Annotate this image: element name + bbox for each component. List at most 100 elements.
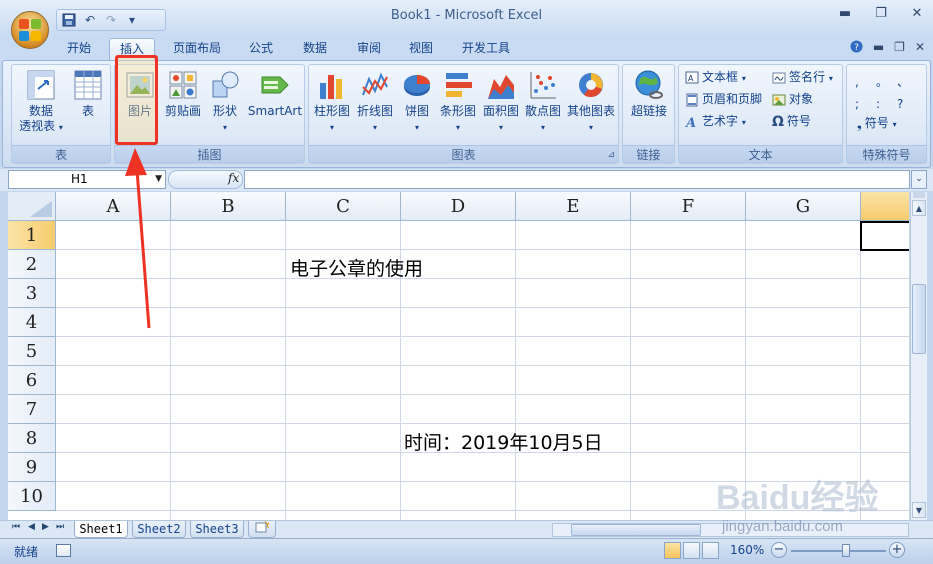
scatter-chart-button[interactable]: 散点图 ▾	[523, 69, 563, 135]
minimize-icon[interactable]: ▬	[837, 6, 853, 22]
gridline-horizontal	[56, 336, 909, 337]
row-header-9[interactable]: 9	[8, 453, 56, 482]
split-handle[interactable]	[913, 192, 925, 198]
zoom-slider-track[interactable]	[791, 550, 886, 552]
zoom-in-icon[interactable]: +	[889, 542, 905, 558]
select-all-button[interactable]	[8, 192, 56, 221]
tab-home[interactable]: 开始	[58, 38, 100, 60]
doc-close-icon[interactable]: ✕	[915, 40, 925, 56]
header-footer-icon	[686, 93, 698, 106]
shapes-icon	[212, 71, 239, 98]
column-header-a[interactable]: A	[56, 192, 171, 221]
row-header-1[interactable]: 1	[8, 221, 56, 250]
tab-data[interactable]: 数据	[294, 38, 336, 60]
area-chart-button[interactable]: 面积图 ▾	[481, 69, 521, 135]
cell-d8[interactable]: 时间：2019年10月5日	[404, 428, 603, 455]
dialog-launcher-icon[interactable]: ⊿	[607, 146, 615, 164]
column-header-e[interactable]: E	[516, 192, 631, 221]
clipart-button[interactable]: 剪贴画	[163, 69, 203, 119]
header-footer-button[interactable]: 页眉和页脚	[685, 89, 762, 109]
normal-view-icon[interactable]	[664, 542, 681, 559]
group-special-symbols: ,。、 ;:? ❟ 符号 ▾ 特殊符号	[846, 64, 927, 164]
zoom-level[interactable]: 160%	[730, 543, 764, 557]
maximize-icon[interactable]: ❐	[873, 6, 889, 22]
special-symbol-button[interactable]: ❟ 符号 ▾	[857, 113, 897, 133]
column-header-f[interactable]: F	[631, 192, 746, 221]
help-icon[interactable]: ?	[850, 40, 863, 56]
hyperlink-label: 超链接	[630, 104, 667, 118]
column-header-d[interactable]: D	[401, 192, 516, 221]
bar-chart-button[interactable]: 条形图 ▾	[437, 69, 479, 135]
last-sheet-icon[interactable]: ⏭	[56, 522, 64, 532]
object-button[interactable]: 对象	[772, 89, 813, 109]
signature-line-button[interactable]: 签名行 ▾	[772, 67, 833, 87]
row-header-8[interactable]: 8	[8, 424, 56, 453]
name-box-dropdown-icon[interactable]: ▼	[155, 171, 162, 188]
symbol-button[interactable]: Ω 符号	[772, 111, 811, 131]
row-header-4[interactable]: 4	[8, 308, 56, 337]
doc-restore-icon[interactable]: ❐	[894, 40, 905, 56]
row-header-10[interactable]: 10	[8, 482, 56, 511]
shapes-button[interactable]: 形状 ▾	[207, 69, 243, 135]
scroll-up-icon[interactable]: ▲	[912, 200, 926, 216]
tab-formulas[interactable]: 公式	[240, 38, 282, 60]
column-header-h[interactable]	[861, 192, 909, 221]
tab-developer[interactable]: 开发工具	[454, 38, 518, 60]
tab-review[interactable]: 审阅	[348, 38, 390, 60]
office-button[interactable]	[11, 11, 49, 49]
fx-icon[interactable]: fx	[228, 171, 239, 185]
row-header-3[interactable]: 3	[8, 279, 56, 308]
expand-formula-bar-icon[interactable]: ⌄	[911, 170, 927, 189]
worksheet-grid[interactable]: ABCDEFG 1 2 3 4 5 6 7 8 9 10 电子公章的使用 时间：2019年10月5…	[8, 192, 909, 520]
row-header-5[interactable]: 5	[8, 337, 56, 366]
zoom-slider-thumb[interactable]	[842, 544, 850, 557]
table-button[interactable]: 表	[70, 69, 106, 119]
insert-sheet-button[interactable]	[248, 520, 276, 538]
cell-c2[interactable]: 电子公章的使用	[290, 254, 423, 281]
hyperlink-button[interactable]: 超链接	[625, 69, 673, 119]
textbox-label: 文本框	[702, 70, 739, 84]
punctuation-grid[interactable]: ,。、 ;:?	[855, 71, 921, 115]
other-charts-button[interactable]: 其他图表 ▾	[565, 69, 617, 135]
column-header-b[interactable]: B	[171, 192, 286, 221]
name-box[interactable]: H1 ▼	[8, 170, 166, 189]
page-layout-view-icon[interactable]	[683, 542, 700, 559]
column-header-c[interactable]: C	[286, 192, 401, 221]
sheet-tab-1[interactable]: Sheet1	[74, 521, 128, 538]
macro-record-icon[interactable]	[56, 544, 71, 557]
first-sheet-icon[interactable]: ⏮	[12, 522, 20, 532]
next-sheet-icon[interactable]: ▶	[42, 522, 49, 532]
page-break-view-icon[interactable]	[702, 542, 719, 559]
horizontal-scrollbar[interactable]	[552, 523, 909, 537]
row-header-6[interactable]: 6	[8, 366, 56, 395]
pie-chart-button[interactable]: 饼图 ▾	[399, 69, 435, 135]
active-cell-h1[interactable]	[860, 221, 909, 251]
textbox-button[interactable]: A 文本框 ▾	[685, 67, 746, 87]
column-chart-button[interactable]: 柱形图 ▾	[312, 69, 352, 135]
vertical-scroll-thumb[interactable]	[912, 284, 926, 354]
pivot-table-button[interactable]: 数据 透视表 ▾	[16, 69, 66, 135]
sheet-tab-2[interactable]: Sheet2	[132, 521, 186, 538]
row-header-2[interactable]: 2	[8, 250, 56, 279]
group-table: 数据 透视表 ▾ 表 表	[11, 64, 111, 164]
row-header-7[interactable]: 7	[8, 395, 56, 424]
bar-chart-icon	[446, 73, 472, 97]
bar-chart-label: 条形图	[439, 104, 476, 118]
scroll-down-icon[interactable]: ▼	[912, 502, 926, 518]
hyperlink-globe-icon	[635, 70, 663, 99]
wordart-button[interactable]: A 艺术字 ▾	[685, 111, 746, 131]
wordart-icon: A	[685, 116, 696, 129]
sheet-tab-3[interactable]: Sheet3	[190, 521, 244, 538]
zoom-out-icon[interactable]: −	[771, 542, 787, 558]
tab-page-layout[interactable]: 页面布局	[166, 38, 228, 60]
vertical-scrollbar[interactable]: ▲ ▼	[910, 192, 927, 520]
smartart-button[interactable]: SmartArt	[247, 69, 303, 119]
doc-minimize-icon[interactable]: ▬	[873, 40, 884, 56]
horizontal-scroll-thumb[interactable]	[571, 524, 701, 536]
tab-view[interactable]: 视图	[400, 38, 442, 60]
column-header-g[interactable]: G	[746, 192, 861, 221]
formula-input[interactable]	[244, 170, 910, 189]
close-icon[interactable]: ✕	[909, 6, 925, 22]
line-chart-button[interactable]: 折线图 ▾	[354, 69, 396, 135]
prev-sheet-icon[interactable]: ◀	[28, 522, 35, 532]
